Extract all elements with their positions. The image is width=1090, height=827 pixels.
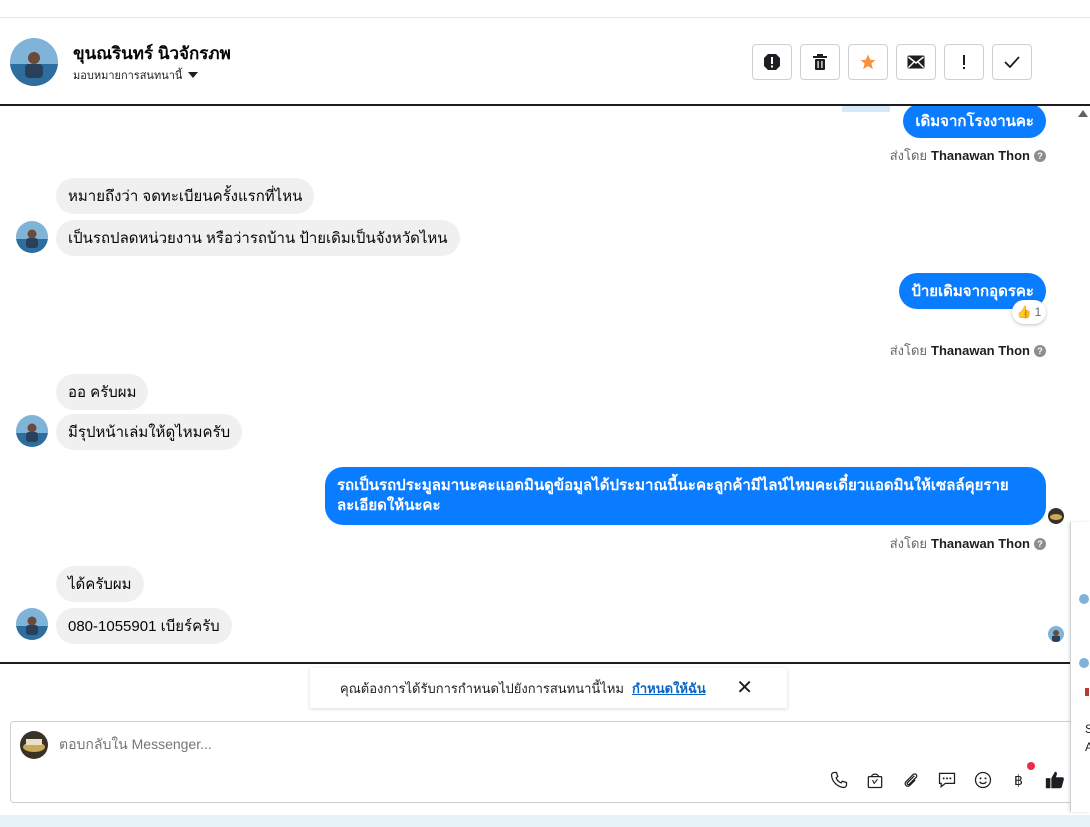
reaction-badge[interactable]: 👍 1: [1012, 300, 1046, 324]
message-text: เดิมจากโรงงานคะ: [915, 113, 1034, 130]
sent-by-label: ส่งโดย Thanawan Thon ?: [890, 340, 1046, 361]
follow-up-button[interactable]: [944, 44, 984, 80]
conversation-actions: [752, 44, 1032, 80]
help-icon[interactable]: ?: [1034, 537, 1046, 550]
panel-text: S: [1085, 722, 1090, 736]
message-text: ป้ายเดิมจากอุดรคะ: [911, 283, 1034, 300]
spam-icon: [764, 54, 780, 70]
assign-label: มอบหมายการสนทนานี้: [73, 70, 183, 82]
scroll-up-arrow[interactable]: [1078, 110, 1088, 117]
delete-button[interactable]: [800, 44, 840, 80]
message-text: เป็นรถปลดหน่วยงาน หรือว่ารถบ้าน ป้ายเดิม…: [68, 230, 448, 247]
phone-icon: [830, 771, 848, 789]
message-text: ได้ครับผม: [68, 576, 132, 593]
paperclip-icon: [904, 773, 918, 787]
emoji-button[interactable]: [971, 768, 995, 792]
thumbs-up-icon: [1045, 771, 1064, 789]
page-avatar: [20, 731, 48, 759]
sender-name: Thanawan Thon: [931, 536, 1030, 551]
outgoing-message[interactable]: เดิมจากโรงงานคะ: [903, 106, 1046, 138]
contact-avatar-small[interactable]: [16, 221, 48, 253]
top-bar: [0, 0, 1090, 18]
panel-indicator: [1085, 688, 1089, 696]
reaction-count: 1: [1034, 305, 1042, 319]
message-text: หมายถึงว่า จดทะเบียนครั้งแรกที่ไหน: [68, 188, 303, 205]
sender-name: Thanawan Thon: [931, 343, 1030, 358]
help-icon[interactable]: ?: [1034, 344, 1046, 357]
emoji-icon: [974, 771, 992, 789]
incoming-message[interactable]: มีรุปหน้าเล่มให้ดูไหมครับ: [56, 414, 243, 450]
sent-by-prefix: ส่งโดย: [889, 343, 928, 358]
banner-text: คุณต้องการได้รับการกำหนดไปยังการสนทนานี้…: [340, 680, 624, 696]
close-icon[interactable]: ✕: [736, 678, 753, 698]
outgoing-message[interactable]: รถเป็นรถประมูลมานะคะแอดมินดูข้อมูลได้ประ…: [325, 467, 1046, 525]
incoming-message[interactable]: เป็นรถปลดหน่วยงาน หรือว่ารถบ้าน ป้ายเดิม…: [56, 220, 460, 256]
composer-toolbar: ฿: [827, 762, 1067, 792]
check-icon: [1004, 56, 1020, 68]
notification-dot: [1027, 762, 1035, 770]
assign-prompt-banner: คุณต้องการได้รับการกำหนดไปยังการสนทนานี้…: [310, 668, 787, 708]
assign-conversation-dropdown[interactable]: มอบหมายการสนทนานี้: [73, 66, 199, 84]
message-text: มีรุปหน้าเล่มให้ดูไหมครับ: [68, 424, 231, 441]
saved-replies-button[interactable]: [935, 768, 959, 792]
seen-avatar: [1048, 508, 1064, 524]
sent-by-prefix: ส่งโดย: [889, 148, 928, 163]
assign-to-me-link[interactable]: กำหนดให้ฉัน: [632, 678, 706, 699]
message-text: 080-1055901 เบียร์ครับ: [68, 618, 220, 635]
incoming-message[interactable]: 080-1055901 เบียร์ครับ: [56, 608, 232, 644]
contact-avatar-small[interactable]: [16, 415, 48, 447]
star-button[interactable]: [848, 44, 888, 80]
payment-button[interactable]: ฿: [1007, 762, 1035, 792]
message-thread[interactable]: เดิมจากโรงงานคะ ส่งโดย Thanawan Thon ? ห…: [0, 106, 1090, 664]
thumbs-up-reaction-icon: 👍: [1016, 305, 1032, 319]
baht-icon: ฿: [1014, 773, 1023, 789]
side-panel-edge[interactable]: S A: [1070, 522, 1090, 812]
svg-text:฿: ฿: [1014, 773, 1023, 789]
envelope-icon: [907, 55, 925, 69]
contact-avatar[interactable]: [10, 38, 58, 86]
call-button[interactable]: [827, 768, 851, 792]
sender-name: Thanawan Thon: [931, 148, 1030, 163]
message-text: ออ ครับผม: [68, 384, 137, 401]
sent-by-prefix: ส่งโดย: [889, 536, 928, 551]
reply-composer: ฿: [10, 721, 1080, 803]
mark-done-button[interactable]: [992, 44, 1032, 80]
sent-by-label: ส่งโดย Thanawan Thon ?: [890, 145, 1046, 166]
contact-avatar-small[interactable]: [16, 608, 48, 640]
incoming-message[interactable]: หมายถึงว่า จดทะเบียนครั้งแรกที่ไหน: [56, 178, 315, 214]
bottom-strip: [0, 815, 1090, 827]
trash-icon: [813, 54, 827, 70]
messenger-inbox-page: ขุนณรินทร์ นิวจักรภพ มอบหมายการสนทนานี้: [0, 0, 1090, 827]
help-icon[interactable]: ?: [1034, 149, 1046, 162]
star-icon: [860, 54, 876, 70]
panel-avatar: [1079, 658, 1089, 668]
exclamation-icon: [963, 55, 965, 69]
seen-avatar: [1048, 626, 1064, 642]
shop-button[interactable]: [863, 768, 887, 792]
incoming-message[interactable]: ได้ครับผม: [56, 566, 144, 602]
panel-avatar: [1079, 594, 1089, 604]
sent-by-label: ส่งโดย Thanawan Thon ?: [890, 533, 1046, 554]
message-text: รถเป็นรถประมูลมานะคะแอดมินดูข้อมูลได้ประ…: [337, 477, 1009, 514]
shopping-bag-icon: [867, 773, 883, 789]
mark-spam-button[interactable]: [752, 44, 792, 80]
reply-input[interactable]: [59, 736, 759, 752]
conversation-header: ขุนณรินทร์ นิวจักรภพ มอบหมายการสนทนานี้: [0, 18, 1090, 106]
caret-down-icon: [188, 72, 199, 78]
chat-bubble-icon: [938, 772, 956, 788]
mark-unread-button[interactable]: [896, 44, 936, 80]
incoming-message[interactable]: ออ ครับผม: [56, 374, 149, 410]
attach-button[interactable]: [899, 768, 923, 792]
like-button[interactable]: [1043, 768, 1067, 792]
panel-text: A: [1085, 740, 1090, 754]
contact-name[interactable]: ขุนณรินทร์ นิวจักรภพ: [73, 40, 231, 67]
previous-bubble-edge: [842, 106, 890, 112]
